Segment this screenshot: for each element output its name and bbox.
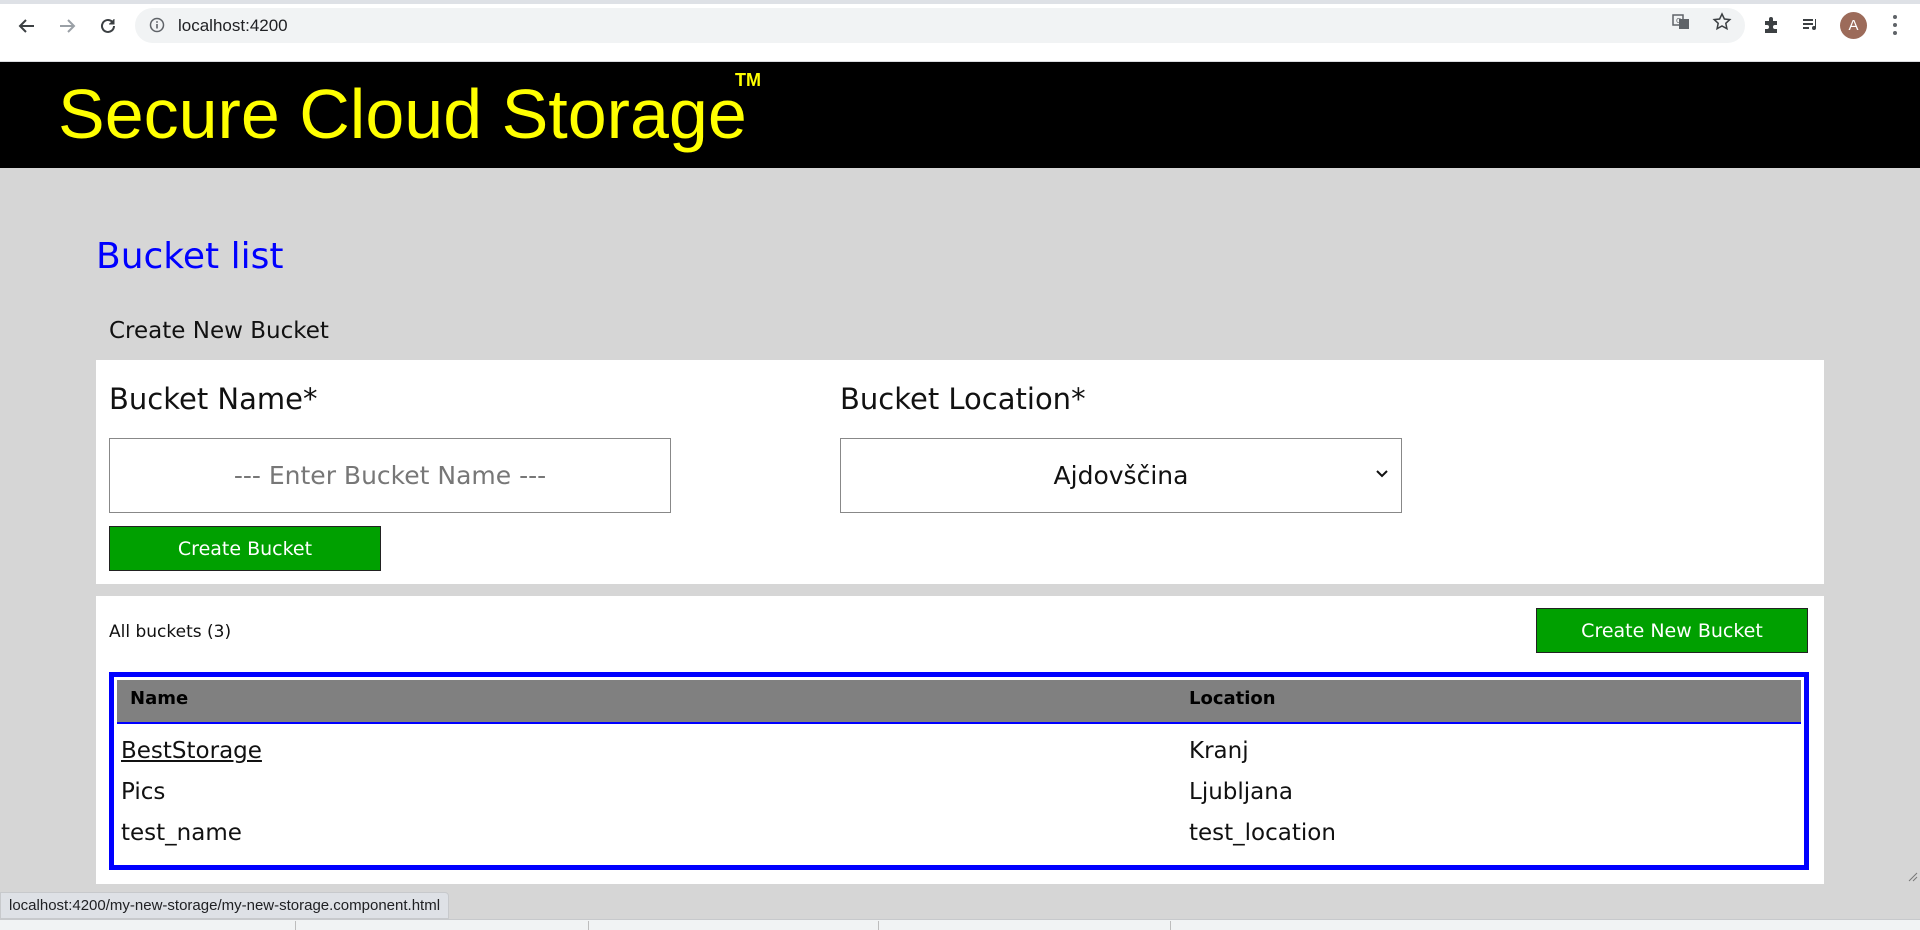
resize-handle-icon[interactable] [1908, 872, 1918, 882]
app-title: Secure Cloud Storage [58, 75, 747, 153]
create-bucket-section-label: Create New Bucket [109, 318, 329, 344]
table-row: BestStorage Kranj [117, 732, 1801, 772]
svg-text:G: G [1676, 17, 1681, 25]
bucket-location-cell: test_location [1189, 820, 1336, 846]
page-title: Bucket list [96, 236, 284, 277]
create-bucket-button[interactable]: Create Bucket [109, 526, 381, 571]
back-button[interactable] [13, 12, 41, 40]
trademark-mark: TM [735, 70, 761, 90]
bookmark-button[interactable] [1708, 8, 1736, 36]
app-header: Secure Cloud Storage TM [0, 62, 1920, 168]
bucket-location-select[interactable]: Ajdovščina [840, 438, 1402, 513]
playlist-icon [1803, 19, 1816, 30]
address-url: localhost:4200 [178, 16, 288, 35]
translate-icon: G [1672, 14, 1689, 29]
address-bar[interactable]: localhost:4200 [135, 8, 1745, 43]
site-info-icon[interactable] [149, 17, 165, 37]
column-header-name: Name [130, 688, 189, 709]
table-row: Pics Ljubljana [117, 773, 1801, 813]
star-icon [1712, 12, 1732, 31]
bucket-location-cell: Kranj [1189, 738, 1249, 764]
extensions-button[interactable] [1757, 11, 1785, 39]
bucket-location-selected: Ajdovščina [1053, 461, 1189, 490]
table-header: Name Location [117, 680, 1801, 724]
table-row: test_name test_location [117, 814, 1801, 854]
bucket-location-cell: Ljubljana [1189, 779, 1293, 805]
forward-button[interactable] [53, 12, 81, 40]
create-bucket-form: Bucket Name* Bucket Location* Ajdovščina… [96, 360, 1824, 584]
taskbar-strip [0, 919, 1920, 930]
browser-menu-icon[interactable] [1885, 13, 1905, 37]
bucket-location-label: Bucket Location* [840, 382, 1086, 416]
puzzle-icon [1765, 17, 1777, 33]
column-header-location: Location [1189, 688, 1276, 709]
forward-arrow-icon [60, 19, 76, 33]
bucket-name-input[interactable] [109, 438, 671, 513]
bucket-name-cell: Pics [121, 779, 166, 805]
browser-toolbar: localhost:4200 G A [0, 0, 1920, 62]
translate-button[interactable]: G [1667, 8, 1695, 36]
media-control-button[interactable] [1797, 11, 1825, 39]
bucket-name-label: Bucket Name* [109, 382, 318, 416]
status-bar-url: localhost:4200/my-new-storage/my-new-sto… [0, 892, 450, 919]
profile-avatar[interactable]: A [1840, 12, 1867, 39]
reload-icon [101, 18, 115, 33]
tab-strip-edge [0, 0, 1920, 4]
bucket-name-link[interactable]: BestStorage [121, 738, 262, 764]
bucket-table: Name Location BestStorage Kranj Pics Lju… [109, 672, 1809, 870]
chevron-down-icon [1376, 470, 1388, 478]
create-new-bucket-button[interactable]: Create New Bucket [1536, 608, 1808, 653]
bucket-list-panel: All buckets (3) Create New Bucket Name L… [96, 596, 1824, 884]
reload-button[interactable] [94, 12, 122, 40]
bucket-count-label: All buckets (3) [109, 622, 232, 642]
back-arrow-icon [18, 19, 34, 33]
bucket-name-cell: test_name [121, 820, 242, 846]
